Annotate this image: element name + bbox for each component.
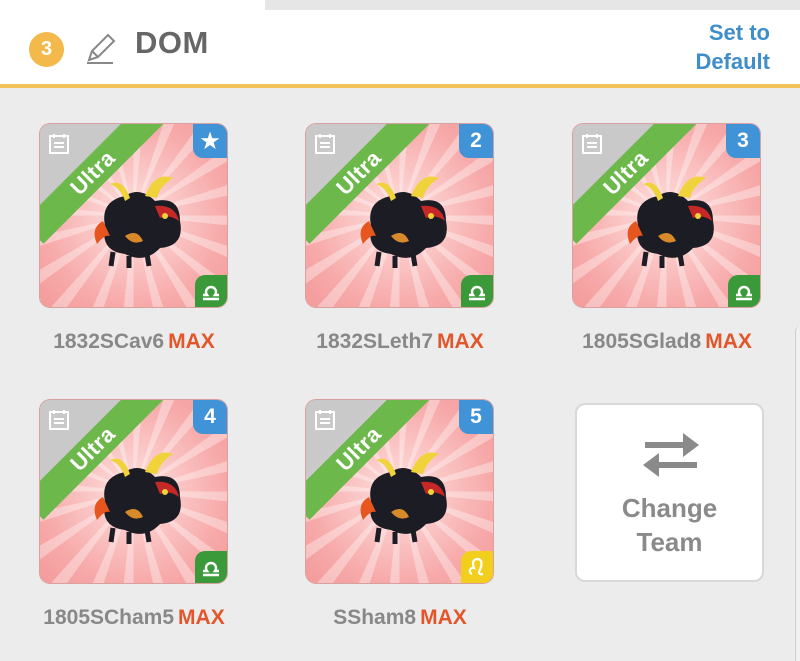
active-tab-indicator [0,0,265,10]
level-max-label: MAX [168,330,215,353]
slot-number-badge: 3 [726,124,760,158]
monster-card-1[interactable]: Ultra ★ [40,124,227,307]
monster-card-5[interactable]: Ultra 5 [306,400,493,583]
monster-name: 1832SCav6 [53,330,165,353]
monster-caption-4: 1805SCham5 MAX [14,606,254,630]
notes-icon[interactable] [314,133,336,155]
side-panel-edge [795,326,800,661]
team-number-badge: 3 [29,32,64,67]
monster-name: 1805SGlad8 [582,330,702,353]
monster-caption-1: 1832SCav6 MAX [14,330,254,354]
monster-card-3[interactable]: Ultra 3 [573,124,760,307]
monster-name: 1805SCham5 [43,606,175,629]
team-header: 3 DOM Set to Default [0,10,800,88]
monster-card-4[interactable]: Ultra 4 [40,400,227,583]
dragon-monster-icon [360,452,447,544]
monster-name: 1832SLeth7 [316,330,434,353]
libra-icon [461,275,493,307]
dragon-monster-icon [94,452,181,544]
monster-name: SSham8 [333,606,417,629]
monster-caption-5: SSham8 MAX [280,606,520,630]
dragon-monster-icon [94,176,181,268]
level-max-label: MAX [178,606,225,629]
dragon-monster-icon [360,176,447,268]
libra-icon [195,551,227,583]
set-to-default-button[interactable]: Set to Default [650,18,770,76]
notes-icon[interactable] [314,409,336,431]
level-max-label: MAX [705,330,752,353]
libra-icon [728,275,760,307]
edit-pencil-icon[interactable] [83,30,119,66]
change-team-label: Change Team [621,493,718,557]
swap-arrows-icon [643,433,699,477]
dragon-monster-icon [627,176,714,268]
libra-icon [195,275,227,307]
team-name[interactable]: DOM [135,25,209,61]
slot-number-badge: 2 [459,124,493,158]
slot-number-badge: 4 [193,400,227,434]
monster-caption-3: 1805SGlad8 MAX [547,330,787,354]
monster-card-2[interactable]: Ultra 2 [306,124,493,307]
change-team-button[interactable]: Change Team [575,403,764,582]
monster-caption-2: 1832SLeth7 MAX [280,330,520,354]
star-badge-icon: ★ [193,124,227,158]
level-max-label: MAX [437,330,484,353]
leo-icon [461,551,493,583]
slot-number-badge: 5 [459,400,493,434]
notes-icon[interactable] [48,133,70,155]
level-max-label: MAX [420,606,467,629]
notes-icon[interactable] [48,409,70,431]
notes-icon[interactable] [581,133,603,155]
